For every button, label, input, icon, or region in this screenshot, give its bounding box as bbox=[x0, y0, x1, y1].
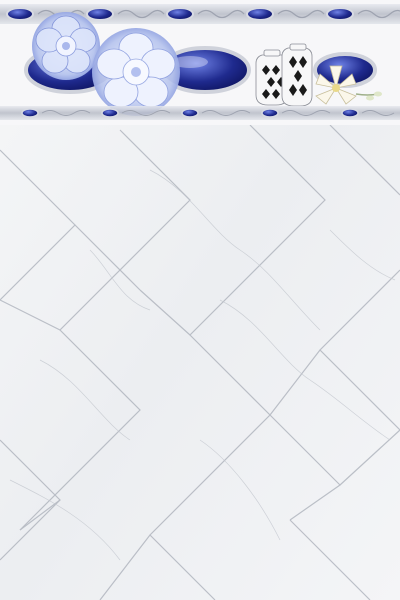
blue-peony-icon bbox=[92, 28, 180, 116]
decor-border-band bbox=[0, 0, 400, 125]
blue-gem-icon bbox=[246, 7, 274, 21]
blue-gem-icon bbox=[21, 108, 39, 118]
tile-design bbox=[0, 0, 400, 600]
blue-peony-icon bbox=[32, 12, 100, 80]
vase-pair bbox=[255, 43, 313, 107]
blue-gem-icon bbox=[181, 108, 199, 118]
blue-gem-icon bbox=[261, 108, 279, 118]
bottom-chain-strip bbox=[0, 106, 400, 120]
blue-gem-icon bbox=[341, 108, 359, 118]
blue-gem-icon bbox=[166, 7, 194, 21]
blue-gem-icon bbox=[101, 108, 119, 118]
blue-gem-icon bbox=[6, 7, 34, 21]
blue-gem-icon bbox=[326, 7, 354, 21]
vase-icon bbox=[281, 43, 313, 107]
blue-gem-icon bbox=[86, 7, 114, 21]
